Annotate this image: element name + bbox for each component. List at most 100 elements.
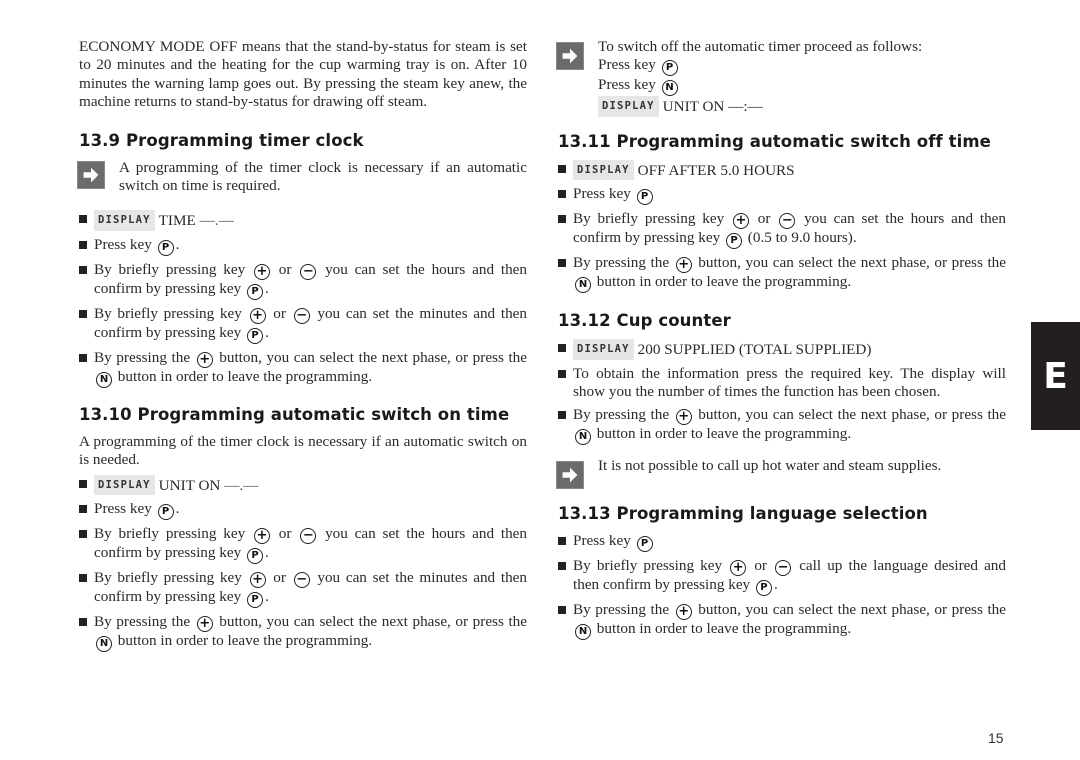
note-text: Press key <box>598 56 656 74</box>
bullet-icon <box>79 240 87 249</box>
key-p-icon: P <box>247 592 263 609</box>
section-13-9-title: 13.9 Programming timer clock <box>79 130 364 150</box>
note-text: Press key <box>598 76 656 94</box>
list-item: DISPLAY UNIT ON —.— <box>79 474 527 496</box>
key-plus-icon: + <box>732 213 749 230</box>
step-text: button, you can select the next phase, o… <box>698 406 1007 424</box>
page-number: 15 <box>988 730 1004 746</box>
list-item: Press key P <box>558 185 1006 206</box>
step-text: or <box>273 569 286 587</box>
key-plus-icon: + <box>675 409 692 426</box>
display-value: —.— <box>224 476 259 494</box>
note-text: It is not possible to call up hot water … <box>598 457 942 475</box>
key-n-icon: N <box>575 624 591 641</box>
step-text: button, you can select the next phase, o… <box>219 348 528 366</box>
punctuation: . <box>175 500 180 518</box>
bullet-icon <box>79 505 87 514</box>
list-item: By briefly pressing key + or − you can s… <box>79 569 527 609</box>
key-minus-icon: − <box>300 528 317 545</box>
note-line: To switch off the automatic timer procee… <box>598 38 923 55</box>
step-text: By briefly pressing key <box>94 525 246 543</box>
step-text: To obtain the information press the requ… <box>573 364 1006 401</box>
step-text: or <box>757 210 771 228</box>
section-13-10-steps: DISPLAY UNIT ON —.— Press key P. By brief… <box>79 474 528 653</box>
note-switch-off-timer: To switch off the automatic timer procee… <box>556 38 1006 117</box>
bullet-icon <box>79 574 87 583</box>
key-p-icon: P <box>247 283 263 300</box>
bullet-icon <box>79 618 87 627</box>
punctuation: . <box>175 235 180 253</box>
list-item: By briefly pressing key + or − you can s… <box>79 261 527 300</box>
bullet-icon <box>79 215 87 224</box>
key-n-icon: N <box>575 277 591 294</box>
list-item: DISPLAY TIME —.— <box>79 210 527 231</box>
bullet-icon <box>79 530 87 539</box>
note-text: A programming of the timer clock is nece… <box>119 158 527 195</box>
right-column: To switch off the automatic timer procee… <box>556 38 1007 645</box>
display-label: DISPLAY <box>573 159 634 181</box>
display-label: DISPLAY <box>94 474 155 496</box>
step-text: Press key <box>573 532 631 550</box>
bullet-icon <box>79 309 87 318</box>
bullet-icon <box>558 606 566 615</box>
key-p-icon: P <box>157 239 174 256</box>
key-p-icon: P <box>636 189 653 206</box>
display-text: TIME <box>158 212 196 230</box>
key-n-icon: N <box>96 371 112 388</box>
step-text: By briefly pressing key <box>573 210 725 228</box>
left-column: ECONOMY MODE OFF means that the stand-by… <box>77 38 528 657</box>
key-p-icon: P <box>661 60 678 77</box>
key-minus-icon: − <box>779 213 796 230</box>
key-plus-icon: + <box>196 616 213 633</box>
display-label: DISPLAY <box>94 210 155 231</box>
list-item: By pressing the + button, you can select… <box>79 349 527 388</box>
list-item: By briefly pressing key + or − you can s… <box>79 525 527 565</box>
section-13-12-title: 13.12 Cup counter <box>558 311 731 331</box>
step-text: By pressing the <box>573 406 670 424</box>
key-p-icon: P <box>636 536 653 553</box>
bullet-icon <box>79 479 87 488</box>
key-plus-icon: + <box>675 257 692 274</box>
step-text: or <box>278 260 292 278</box>
list-item: By briefly pressing key + or − you can s… <box>558 210 1006 250</box>
list-item: By pressing the + button, you can select… <box>558 601 1007 641</box>
step-text: or <box>278 525 292 543</box>
bullet-icon <box>558 215 566 224</box>
step-text: By briefly pressing key <box>94 304 242 322</box>
display-text: OFF AFTER 5.0 HOURS <box>637 161 795 179</box>
step-text: button, you can select the next phase, o… <box>698 601 1007 619</box>
language-tab-e: E <box>1031 322 1080 430</box>
section-13-13-title: 13.13 Programming language selection <box>558 504 928 524</box>
step-text: button, you can select the next phase, o… <box>219 613 528 631</box>
step-text: By pressing the <box>573 254 670 272</box>
key-n-icon: N <box>96 636 112 653</box>
step-text: button, you can select the next phase, o… <box>698 254 1007 272</box>
section-13-10-intro: A programming of the timer clock is nece… <box>79 432 527 469</box>
key-minus-icon: − <box>293 307 310 324</box>
note-line: Press key N <box>598 76 1006 97</box>
section-13-9-steps: DISPLAY TIME —.— Press key P. By briefly … <box>79 210 527 388</box>
step-text: By pressing the <box>94 348 191 366</box>
key-n-icon: N <box>661 80 678 97</box>
bullet-icon <box>558 537 566 546</box>
punctuation: . <box>773 576 778 594</box>
bullet-icon <box>79 265 87 274</box>
bullet-icon <box>558 344 566 353</box>
step-text: By briefly pressing key <box>573 557 723 575</box>
bullet-icon <box>558 259 566 268</box>
bullet-icon <box>558 562 566 571</box>
arrow-right-icon <box>556 42 584 70</box>
step-text: By pressing the <box>94 613 191 631</box>
arrow-right-icon <box>77 160 105 189</box>
punctuation: . <box>265 323 269 341</box>
display-value: —.— <box>199 212 234 230</box>
list-item: By pressing the + button, you can select… <box>558 254 1007 294</box>
step-text: By pressing the <box>573 601 670 619</box>
key-p-icon: P <box>247 327 263 344</box>
key-minus-icon: − <box>775 560 792 577</box>
section-13-13-steps: Press key P By briefly pressing key + or… <box>558 532 1007 641</box>
key-plus-icon: + <box>196 351 213 368</box>
step-text: button in order to leave the programming… <box>596 620 852 638</box>
key-minus-icon: − <box>300 263 317 280</box>
step-text: or <box>273 304 286 322</box>
